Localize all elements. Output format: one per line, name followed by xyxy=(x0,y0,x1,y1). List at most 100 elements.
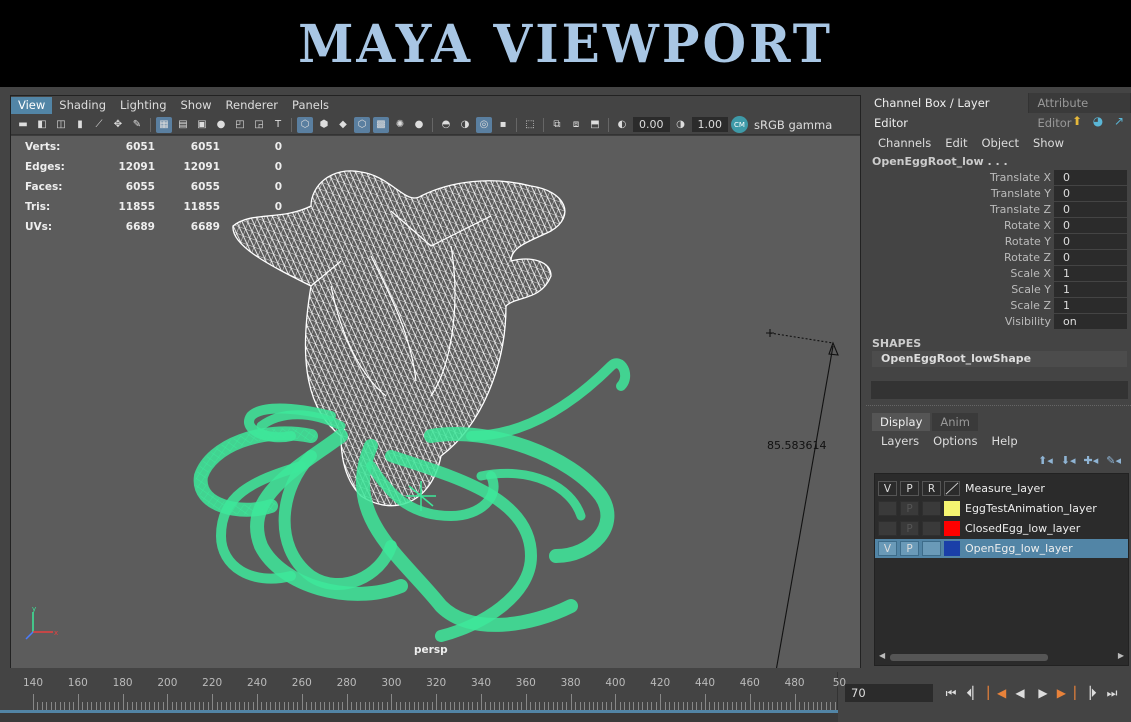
depth-of-field-icon[interactable]: ▪ xyxy=(495,117,511,133)
xray-icon[interactable]: ▩ xyxy=(373,116,389,133)
attr-rotate-x[interactable]: Rotate X 0 xyxy=(866,218,1131,234)
motion-blur-icon[interactable]: ◑ xyxy=(457,117,473,133)
brush-icon[interactable]: ✎ xyxy=(129,117,145,133)
gamma-icon[interactable]: ◑ xyxy=(673,117,689,133)
visibility-toggle[interactable]: V xyxy=(878,541,897,556)
camera-attributes-icon[interactable]: ◧ xyxy=(34,117,50,133)
tab-display[interactable]: Display xyxy=(872,413,931,431)
isolate-select-icon[interactable]: ⬚ xyxy=(522,117,538,133)
attr-translate-y[interactable]: Translate Y 0 xyxy=(866,186,1131,202)
visibility-toggle[interactable] xyxy=(878,521,897,536)
visibility-toggle[interactable] xyxy=(878,501,897,516)
layer-color-swatch[interactable] xyxy=(944,521,960,536)
attr-visibility[interactable]: Visibility on xyxy=(866,314,1131,330)
layer-color-swatch[interactable] xyxy=(944,501,960,516)
scroll-left-icon[interactable]: ◀ xyxy=(879,651,885,660)
playback-toggle[interactable]: P xyxy=(900,481,919,496)
frame-all-icon[interactable]: ⬒ xyxy=(587,117,603,133)
playback-toggle[interactable]: P xyxy=(900,501,919,516)
exposure-icon[interactable]: ◐ xyxy=(614,117,630,133)
menu-shading[interactable]: Shading xyxy=(52,97,113,114)
attr-value-field[interactable]: 1 xyxy=(1054,282,1127,297)
grease-pencil-icon[interactable]: ✥ xyxy=(110,117,126,133)
menu-show[interactable]: Show xyxy=(1033,136,1064,150)
play-backwards-icon[interactable]: ◀ xyxy=(1011,683,1029,703)
manipulator-icon[interactable]: ⬆ xyxy=(1069,113,1085,129)
smooth-shade-icon[interactable]: ⬢ xyxy=(316,117,332,133)
attr-translate-z[interactable]: Translate Z 0 xyxy=(866,202,1131,218)
layer-color-swatch[interactable] xyxy=(944,541,960,556)
layer-name[interactable]: ClosedEgg_low_layer xyxy=(965,522,1080,535)
range-slider[interactable] xyxy=(0,713,838,722)
shape-node-name[interactable]: OpenEggRoot_lowShape xyxy=(872,351,1127,367)
reference-toggle[interactable]: R xyxy=(922,481,941,496)
field-chart-icon[interactable]: ◰ xyxy=(232,117,248,133)
color-management-icon[interactable]: CM xyxy=(731,116,748,133)
3d-viewport[interactable]: Verts: 6051 6051 0 Edges: 12091 12091 0 … xyxy=(11,136,860,668)
scroll-right-icon[interactable]: ▶ xyxy=(1118,651,1124,660)
menu-view[interactable]: View xyxy=(11,97,53,114)
panel-splitter[interactable] xyxy=(866,405,1131,407)
wireframe-icon[interactable]: ⬡ xyxy=(297,116,313,133)
play-forwards-icon[interactable]: ▶ xyxy=(1034,683,1052,703)
layer-row-openegg[interactable]: V P OpenEgg_low_layer xyxy=(875,539,1128,558)
attr-value-field[interactable]: 0 xyxy=(1054,202,1127,217)
menu-show[interactable]: Show xyxy=(174,97,219,114)
attr-value-field[interactable]: 0 xyxy=(1054,218,1127,233)
time-slider[interactable]: 140 160 180 200 220 240 260 280 300 320 340 360 380 4… xyxy=(0,672,846,722)
exposure-field[interactable]: 0.00 xyxy=(633,117,670,132)
layer-row-eggtestanimation[interactable]: P EggTestAnimation_layer xyxy=(875,499,1128,518)
gamma-field[interactable]: 1.00 xyxy=(691,117,728,132)
image-plane-icon[interactable]: ▮ xyxy=(72,117,88,133)
default-material-icon[interactable]: ◆ xyxy=(335,117,351,133)
attr-scale-y[interactable]: Scale Y 1 xyxy=(866,282,1131,298)
safe-action-icon[interactable]: ◲ xyxy=(251,117,267,133)
bookmark-icon[interactable]: ◫ xyxy=(53,117,69,133)
menu-object[interactable]: Object xyxy=(982,136,1019,150)
move-layer-up-icon[interactable]: ⬆◂ xyxy=(1038,454,1053,467)
film-gate-icon[interactable]: ▤ xyxy=(175,117,191,133)
attr-value-field[interactable]: 0 xyxy=(1054,186,1127,201)
time-slider-scale[interactable]: 140 160 180 200 220 240 260 280 300 320 340 360 380 4… xyxy=(0,672,846,710)
tab-anim[interactable]: Anim xyxy=(932,413,978,431)
layer-name[interactable]: Measure_layer xyxy=(965,482,1045,495)
screen-space-ao-icon[interactable]: ◓ xyxy=(438,117,454,133)
go-to-start-icon[interactable]: ⏮ xyxy=(942,683,960,703)
menu-renderer[interactable]: Renderer xyxy=(219,97,286,114)
attr-value-field[interactable]: on xyxy=(1054,314,1127,329)
shadows-icon[interactable]: ● xyxy=(411,117,427,133)
scrollbar-thumb[interactable] xyxy=(890,654,1048,661)
xray-active-icon[interactable]: ⧈ xyxy=(568,117,584,133)
wireframe-on-shaded-icon[interactable]: ⬡ xyxy=(354,116,370,133)
current-frame-field[interactable]: 70 xyxy=(845,684,933,702)
grid-icon[interactable]: ▦ xyxy=(156,116,172,133)
view-transform-label[interactable]: sRGB gamma xyxy=(751,118,832,132)
step-forward-frame-icon[interactable]: ▕⏵ xyxy=(1080,683,1098,703)
menu-channels[interactable]: Channels xyxy=(878,136,931,150)
attr-rotate-y[interactable]: Rotate Y 0 xyxy=(866,234,1131,250)
reference-toggle[interactable] xyxy=(922,521,941,536)
go-to-end-icon[interactable]: ⏭ xyxy=(1103,683,1121,703)
layer-row-measure[interactable]: V P R Measure_layer xyxy=(875,479,1128,498)
reference-toggle[interactable] xyxy=(922,541,941,556)
step-back-key-icon[interactable]: ▏◀ xyxy=(988,683,1006,703)
layer-name[interactable]: OpenEgg_low_layer xyxy=(965,542,1073,555)
tab-channel-box[interactable]: Channel Box / Layer Editor xyxy=(866,93,1030,130)
xray-joints-icon[interactable]: ⧉ xyxy=(549,117,565,133)
visibility-toggle[interactable]: V xyxy=(878,481,897,496)
step-forward-key-icon[interactable]: ▶▕ xyxy=(1057,683,1075,703)
menu-edit[interactable]: Edit xyxy=(945,136,967,150)
attr-scale-x[interactable]: Scale X 1 xyxy=(866,266,1131,282)
gate-mask-icon[interactable]: ● xyxy=(213,117,229,133)
attr-value-field[interactable]: 0 xyxy=(1054,250,1127,265)
playback-toggle[interactable]: P xyxy=(900,541,919,556)
new-layer-icon[interactable]: ✚◂ xyxy=(1084,454,1099,467)
menu-layers[interactable]: Layers xyxy=(881,434,919,448)
layer-list-scrollbar[interactable]: ◀ ▶ xyxy=(878,651,1125,663)
resolution-gate-icon[interactable]: ▣ xyxy=(194,117,210,133)
layer-row-closedegg[interactable]: P ClosedEgg_low_layer xyxy=(875,519,1128,538)
attr-value-field[interactable]: 1 xyxy=(1054,266,1127,281)
attr-scale-z[interactable]: Scale Z 1 xyxy=(866,298,1131,314)
selected-object-name[interactable]: OpenEggRoot_low . . . xyxy=(872,155,1008,168)
safe-title-icon[interactable]: T xyxy=(270,117,286,133)
